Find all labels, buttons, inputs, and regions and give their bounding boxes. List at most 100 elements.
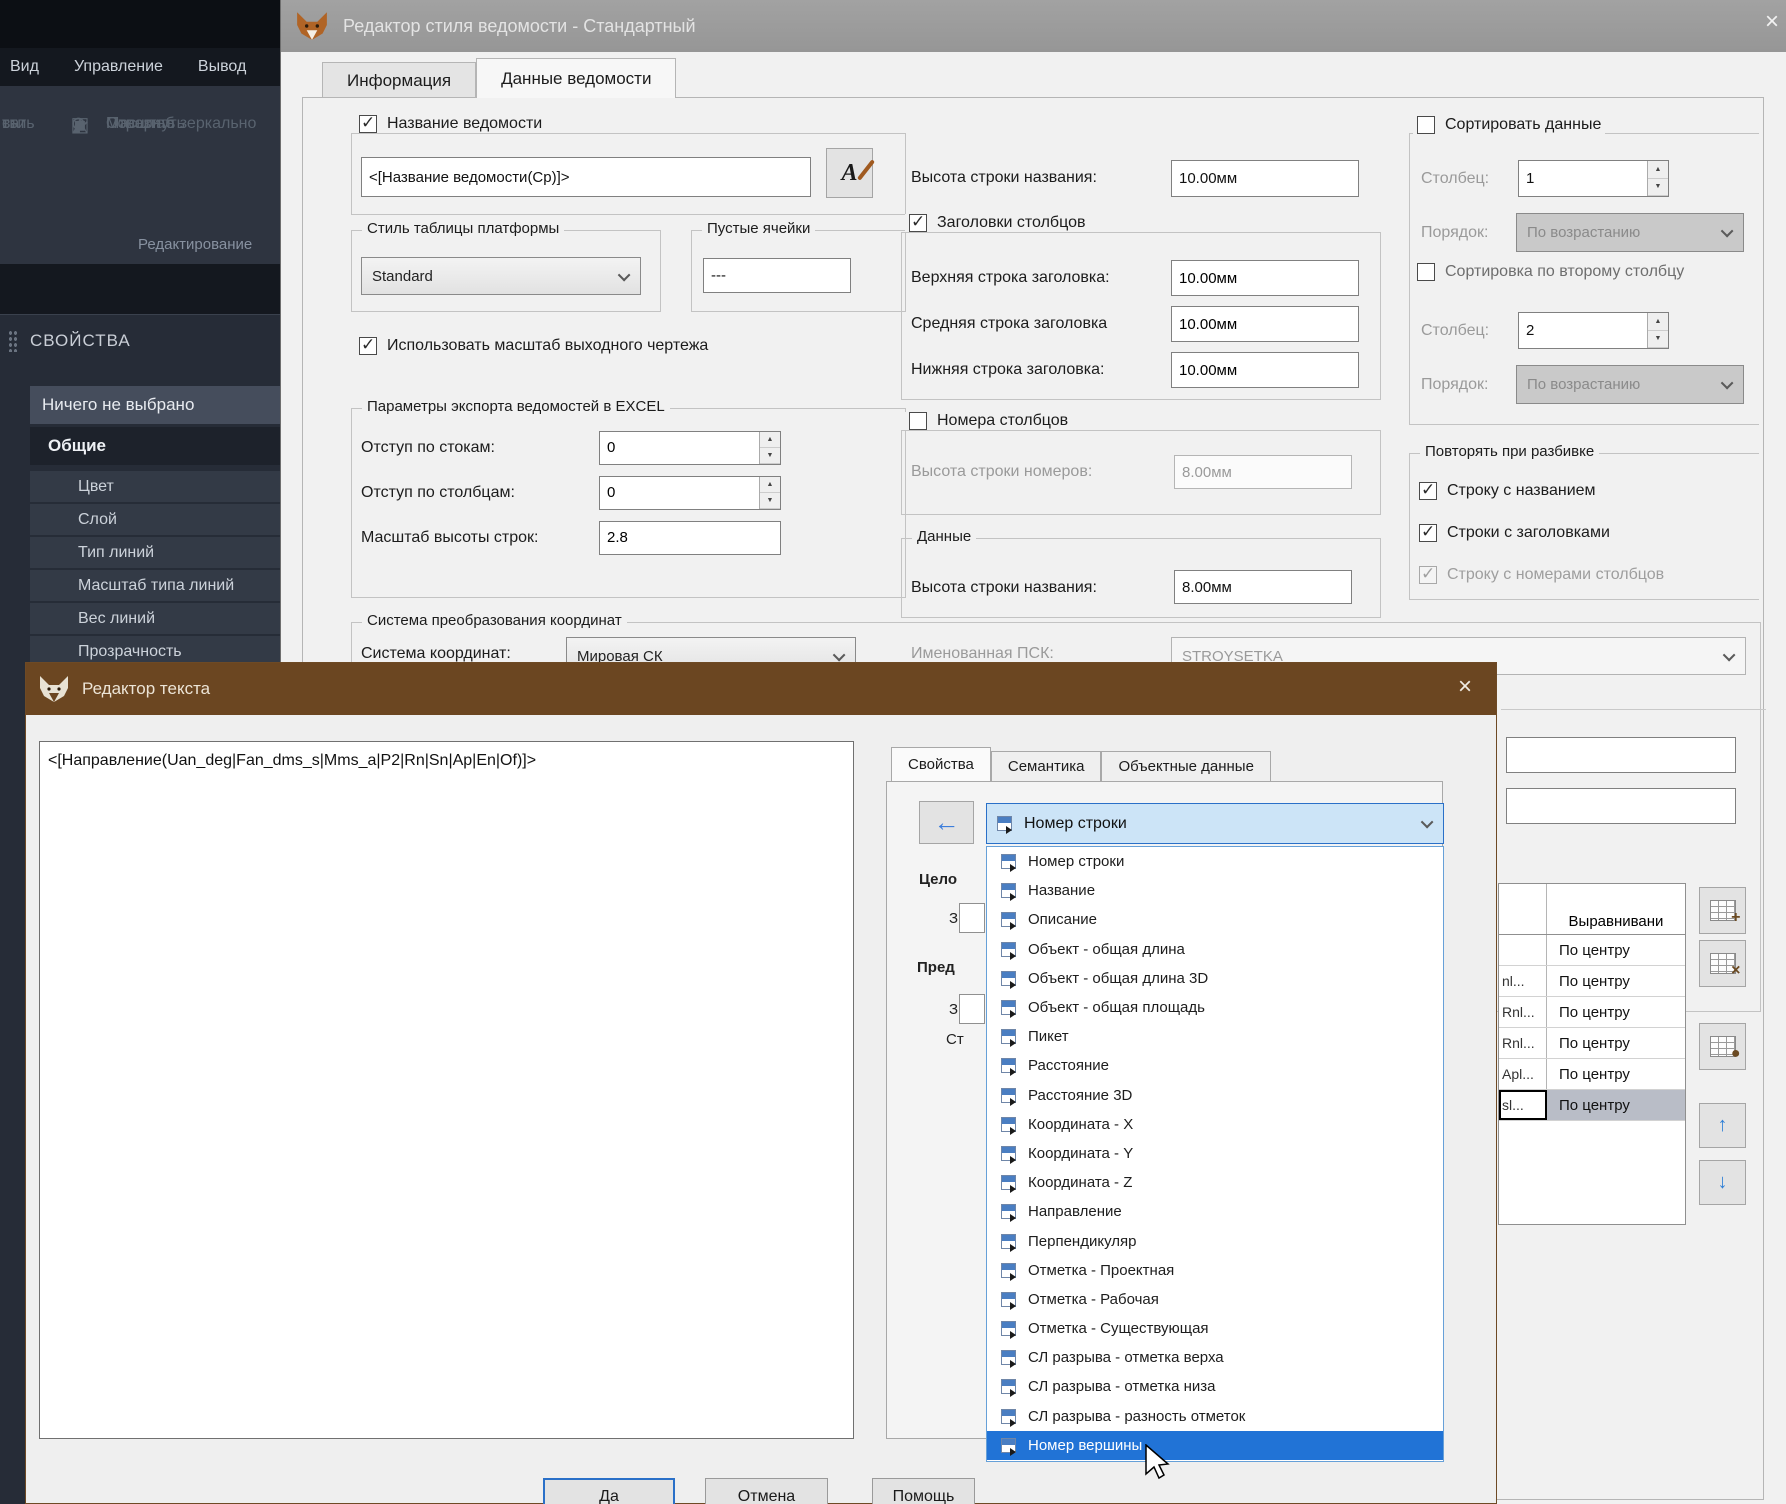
table-row[interactable]: nl... По центру <box>1499 966 1685 997</box>
sheet-name-input[interactable]: <[Название ведомости(Ср)]> <box>361 157 811 197</box>
dropdown-item[interactable]: Координата - X <box>987 1110 1443 1139</box>
align-cell[interactable]: По центру <box>1547 966 1685 996</box>
properties-selection[interactable]: Ничего не выбрано <box>30 386 280 424</box>
dropdown-item[interactable]: Название <box>987 876 1443 905</box>
dropdown-item[interactable]: Объект - общая площадь <box>987 993 1443 1022</box>
menu-item[interactable]: Вывод <box>198 58 246 76</box>
column-headers-checkbox[interactable]: Заголовки столбцов <box>905 214 1089 232</box>
ribbon-item[interactable]: ть ▣ Масштаб <box>0 108 280 140</box>
background-field[interactable] <box>1506 788 1736 824</box>
move-down-button[interactable]: ↓ <box>1699 1160 1746 1205</box>
move-up-button[interactable]: ↑ <box>1699 1103 1746 1148</box>
dropdown-item[interactable]: СЛ разрыва - отметка низа <box>987 1372 1443 1401</box>
column-settings-button[interactable]: ● <box>1699 1023 1746 1070</box>
sort-second-checkbox[interactable]: Сортировка по второму столбцу <box>1413 263 1688 281</box>
text-editor-tab[interactable]: Объектные данные <box>1101 751 1270 781</box>
align-cell[interactable]: По центру <box>1547 1090 1685 1120</box>
empty-cells-input[interactable]: --- <box>703 258 851 293</box>
properties-item[interactable]: Цвет <box>30 471 280 502</box>
properties-item[interactable]: Вес линий <box>30 603 280 634</box>
format-cell[interactable]: nl... <box>1499 966 1547 996</box>
menu-item[interactable]: Вид <box>10 58 39 76</box>
format-cell[interactable] <box>1499 935 1547 965</box>
text-editor-tab[interactable]: Семантика <box>991 751 1102 781</box>
platform-style-select[interactable]: Standard <box>361 257 641 295</box>
format-cell[interactable]: Apl... <box>1499 1059 1547 1089</box>
menu-item[interactable]: Управление <box>74 58 163 76</box>
delete-column-button[interactable]: × <box>1699 940 1746 987</box>
close-icon[interactable]: × <box>1458 675 1472 699</box>
sort-column1-input[interactable]: 1 ▲▼ <box>1518 160 1669 197</box>
dropdown-item[interactable]: Номер строки <box>987 847 1443 876</box>
format-cell[interactable]: Rnl... <box>1499 997 1547 1027</box>
repeat-option-checkbox[interactable]: Строки с заголовками <box>1419 512 1749 554</box>
repeat-option-checkbox[interactable]: Строку с названием <box>1419 470 1749 512</box>
dropdown-item[interactable]: Отметка - Рабочая <box>987 1285 1443 1314</box>
properties-item[interactable]: Тип линий <box>30 537 280 568</box>
align-cell[interactable]: По центру <box>1547 1028 1685 1058</box>
font-button[interactable]: A <box>826 148 873 198</box>
dropdown-item[interactable]: Расстояние <box>987 1051 1443 1080</box>
table-row[interactable]: По центру <box>1499 935 1685 966</box>
dropdown-item[interactable]: Перпендикуляр <box>987 1226 1443 1255</box>
dropdown-item[interactable]: Отметка - Существующая <box>987 1314 1443 1343</box>
properties-item[interactable]: Слой <box>30 504 280 535</box>
text-editor-tab[interactable]: Свойства <box>891 747 991 781</box>
spinner-buttons[interactable]: ▲▼ <box>1647 313 1668 348</box>
excel-row-input[interactable]: 2.8 ▲▼ <box>599 521 781 555</box>
align-cell[interactable]: По центру <box>1547 1059 1685 1089</box>
dialog-tab[interactable]: Данные ведомости <box>476 58 676 98</box>
dropdown-item[interactable]: СЛ разрыва - разность отметок <box>987 1402 1443 1431</box>
spinner-buttons[interactable]: ▲▼ <box>759 477 780 509</box>
name-row-height-input[interactable]: 10.00мм <box>1171 160 1359 197</box>
use-output-scale-checkbox[interactable]: Использовать масштаб выходного чертежа <box>355 337 712 355</box>
align-cell[interactable]: По центру <box>1547 997 1685 1027</box>
table-row[interactable]: Apl... По центру <box>1499 1059 1685 1090</box>
field-combobox[interactable]: Номер строки <box>986 803 1444 844</box>
header-height-input[interactable]: 10.00мм <box>1171 352 1359 388</box>
dropdown-item[interactable]: Пикет <box>987 1022 1443 1051</box>
dropdown-item[interactable]: Объект - общая длина <box>987 935 1443 964</box>
header-height-input[interactable]: 10.00мм <box>1171 260 1359 296</box>
dropdown-item[interactable]: Описание <box>987 905 1443 934</box>
align-cell[interactable]: По центру <box>1547 935 1685 965</box>
text-editor-titlebar[interactable]: Редактор текста × <box>26 663 1496 715</box>
drag-handle-icon[interactable] <box>8 330 18 352</box>
format-cell[interactable]: sl... <box>1499 1090 1547 1120</box>
properties-item[interactable]: Масштаб типа линий <box>30 570 280 601</box>
table-row[interactable]: sl... По центру <box>1499 1090 1685 1121</box>
repeat-option-checkbox[interactable]: Строку с номерами столбцов <box>1419 554 1749 596</box>
table-row[interactable]: Rnl... По центру <box>1499 1028 1685 1059</box>
dialog-titlebar[interactable]: Редактор стиля ведомости - Стандартный × <box>281 0 1786 52</box>
align-column-header[interactable]: Выравнивани <box>1547 884 1685 934</box>
spinner-buttons[interactable]: ▲▼ <box>1647 161 1668 196</box>
table-row[interactable]: Rnl... По центру <box>1499 997 1685 1028</box>
header-height-input[interactable]: 10.00мм <box>1171 306 1359 342</box>
format-cell[interactable]: Rnl... <box>1499 1028 1547 1058</box>
excel-row-input[interactable]: 0 ▲▼ <box>599 476 781 510</box>
dropdown-item[interactable]: СЛ разрыва - отметка верха <box>987 1343 1443 1372</box>
text-editor-textarea[interactable]: <[Направление(Uan_deg|Fan_dms_s|Mms_a|P2… <box>39 741 854 1439</box>
insert-field-button[interactable]: ← <box>919 801 974 844</box>
sort-column2-input[interactable]: 2 ▲▼ <box>1518 312 1669 349</box>
data-row-height-input[interactable]: 8.00мм <box>1174 570 1352 604</box>
dialog-button[interactable]: Да <box>543 1478 675 1504</box>
dropdown-item[interactable]: Объект - общая длина 3D <box>987 964 1443 993</box>
sheet-name-checkbox[interactable]: Название ведомости <box>355 115 546 133</box>
dropdown-item[interactable]: Направление <box>987 1197 1443 1226</box>
dialog-tab[interactable]: Информация <box>322 62 476 98</box>
background-field[interactable] <box>1506 737 1736 773</box>
dropdown-item[interactable]: Номер вершины <box>987 1431 1443 1460</box>
spinner-buttons[interactable]: ▲▼ <box>759 432 780 464</box>
column-numbers-checkbox[interactable]: Номера столбцов <box>905 412 1072 430</box>
excel-row-input[interactable]: 0 ▲▼ <box>599 431 781 465</box>
dropdown-item[interactable]: Расстояние 3D <box>987 1081 1443 1110</box>
add-column-button[interactable]: + <box>1699 887 1746 934</box>
dialog-button[interactable]: Отмена <box>705 1478 828 1504</box>
dropdown-item[interactable]: Отметка - Проектная <box>987 1256 1443 1285</box>
close-icon[interactable]: × <box>1765 10 1779 34</box>
dropdown-item[interactable]: Координата - Z <box>987 1168 1443 1197</box>
sort-data-checkbox[interactable]: Сортировать данные <box>1413 116 1605 134</box>
properties-section-general[interactable]: Общие <box>30 427 280 465</box>
dropdown-item[interactable]: Координата - Y <box>987 1139 1443 1168</box>
